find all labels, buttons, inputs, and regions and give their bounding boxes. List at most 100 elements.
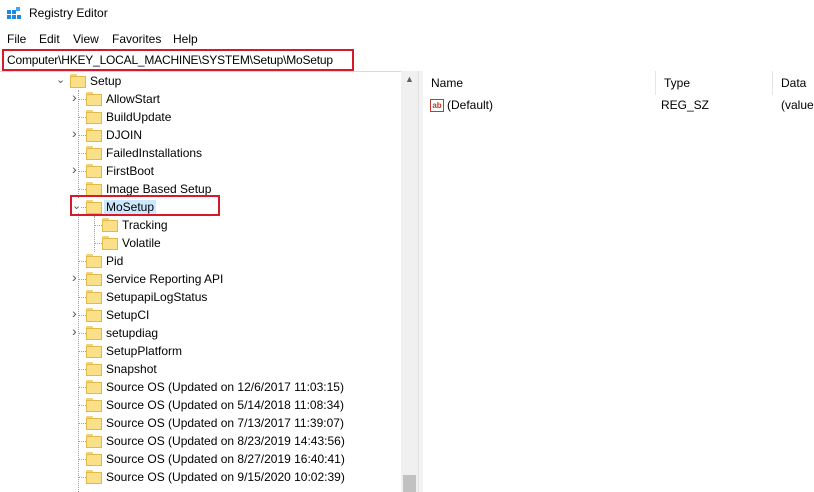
tree-connector xyxy=(78,261,86,262)
tree-item-label: Source OS (Updated on 8/23/2019 14:43:56… xyxy=(106,434,345,448)
tree-item-label: Pid xyxy=(106,254,124,268)
value-data: (value xyxy=(781,98,814,112)
tree-item[interactable]: Tracking xyxy=(0,216,400,234)
tree-connector xyxy=(78,189,86,190)
tree-item-label: Source OS (Updated on 7/13/2017 11:39:07… xyxy=(106,416,344,430)
address-highlight-box xyxy=(2,49,354,71)
tree-item[interactable]: SetupapiLogStatus xyxy=(0,288,400,306)
chevron-right-icon[interactable]: › xyxy=(72,89,77,105)
folder-icon xyxy=(102,236,118,250)
tree-connector xyxy=(78,171,86,172)
tree-item[interactable]: Volatile xyxy=(0,234,400,252)
column-header-data[interactable]: Data xyxy=(773,71,814,95)
list-row[interactable]: ab (Default) REG_SZ (value xyxy=(423,96,814,114)
tree-item[interactable]: Source OS (Updated on 5/14/2018 11:08:34… xyxy=(0,396,400,414)
tree-item[interactable]: › Service Reporting API xyxy=(0,269,400,288)
tree-item-label: SetupCI xyxy=(106,308,150,322)
tree-item-label: BuildUpdate xyxy=(106,110,172,124)
mosetup-highlight-box xyxy=(70,195,220,216)
tree-item[interactable]: Source OS (Updated on 8/27/2019 16:40:41… xyxy=(0,450,400,468)
folder-icon xyxy=(102,218,118,232)
tree-item-label: Source OS (Updated on 5/14/2018 11:08:34… xyxy=(106,398,344,412)
column-header-name[interactable]: Name xyxy=(423,71,656,95)
tree-connector xyxy=(78,459,86,460)
tree-item[interactable]: Snapshot xyxy=(0,360,400,378)
folder-icon xyxy=(86,146,102,160)
tree-item[interactable]: › AllowStart xyxy=(0,89,400,108)
tree-connector xyxy=(78,423,86,424)
tree-item[interactable]: SetupPlatform xyxy=(0,342,400,360)
folder-icon xyxy=(86,128,102,142)
tree-item[interactable]: › setupdiag xyxy=(0,323,400,342)
scroll-thumb[interactable] xyxy=(403,475,416,492)
registry-tree[interactable]: ⌄ Setup › AllowStart BuildUpdate › DJOIN Fail… xyxy=(0,71,400,492)
folder-icon xyxy=(86,362,102,376)
tree-item-label: FailedInstallations xyxy=(106,146,203,160)
tree-item-label: Tracking xyxy=(122,218,168,232)
menu-bar: File Edit View Favorites Help xyxy=(0,30,814,48)
tree-item-label: Service Reporting API xyxy=(106,272,224,286)
tree-connector xyxy=(78,153,86,154)
chevron-right-icon[interactable]: › xyxy=(72,161,77,177)
scroll-up-arrow-icon[interactable]: ▲ xyxy=(401,71,418,88)
tree-item[interactable]: FailedInstallations xyxy=(0,144,400,162)
folder-icon xyxy=(86,380,102,394)
tree-item[interactable]: Source OS (Updated on 8/23/2019 14:43:56… xyxy=(0,432,400,450)
registry-editor-icon xyxy=(7,7,21,19)
folder-icon xyxy=(70,74,86,88)
values-list[interactable]: Name Type Data ab (Default) REG_SZ (valu… xyxy=(423,71,814,492)
tree-item[interactable]: › DJOIN xyxy=(0,125,400,144)
menu-help[interactable]: Help xyxy=(173,32,198,46)
tree-connector xyxy=(78,477,86,478)
chevron-right-icon[interactable]: › xyxy=(72,323,77,339)
tree-connector xyxy=(78,315,86,316)
folder-icon xyxy=(86,272,102,286)
tree-item-label: Setup xyxy=(90,74,122,88)
folder-icon xyxy=(86,398,102,412)
tree-item-label: SetupPlatform xyxy=(106,344,183,358)
column-header-type[interactable]: Type xyxy=(656,71,773,95)
menu-favorites[interactable]: Favorites xyxy=(112,32,161,46)
tree-item-label: Image Based Setup xyxy=(106,182,212,196)
chevron-down-icon[interactable]: ⌄ xyxy=(56,73,65,86)
value-type: REG_SZ xyxy=(661,98,710,112)
tree-item-setup[interactable]: ⌄ Setup xyxy=(0,72,400,90)
tree-connector xyxy=(78,441,86,442)
menu-file[interactable]: File xyxy=(7,32,26,46)
tree-item-label: Volatile xyxy=(122,236,161,250)
folder-icon xyxy=(86,182,102,196)
tree-item-label: Source OS (Updated on 12/6/2017 11:03:15… xyxy=(106,380,344,394)
chevron-right-icon[interactable]: › xyxy=(72,269,77,285)
tree-item[interactable]: Source OS (Updated on 12/6/2017 11:03:15… xyxy=(0,378,400,396)
tree-item[interactable]: Pid xyxy=(0,252,400,270)
folder-icon xyxy=(86,326,102,340)
folder-icon xyxy=(86,110,102,124)
tree-item-label: Snapshot xyxy=(106,362,157,376)
chevron-right-icon[interactable]: › xyxy=(72,305,77,321)
tree-item[interactable]: › FirstBoot xyxy=(0,161,400,180)
tree-connector xyxy=(78,405,86,406)
folder-icon xyxy=(86,308,102,322)
tree-item[interactable]: Source OS (Updated on 7/13/2017 11:39:07… xyxy=(0,414,400,432)
tree-connector xyxy=(94,225,102,226)
tree-item-label: Source OS (Updated on 8/27/2019 16:40:41… xyxy=(106,452,345,466)
folder-icon xyxy=(86,254,102,268)
tree-connector xyxy=(78,351,86,352)
tree-item-label: Source OS (Updated on 9/15/2020 10:02:39… xyxy=(106,470,345,484)
folder-icon xyxy=(86,164,102,178)
folder-icon xyxy=(86,434,102,448)
tree-connector xyxy=(78,297,86,298)
tree-connector xyxy=(78,99,86,100)
tree-item[interactable]: › SetupCI xyxy=(0,305,400,324)
tree-connector xyxy=(78,279,86,280)
tree-item[interactable]: Source OS (Updated on 9/15/2020 10:02:39… xyxy=(0,468,400,486)
folder-icon xyxy=(86,290,102,304)
tree-connector xyxy=(78,117,86,118)
menu-view[interactable]: View xyxy=(73,32,99,46)
tree-item[interactable]: BuildUpdate xyxy=(0,108,400,126)
tree-item-label: FirstBoot xyxy=(106,164,155,178)
tree-scrollbar[interactable]: ▲ xyxy=(401,71,418,492)
chevron-right-icon[interactable]: › xyxy=(72,125,77,141)
tree-item-label: DJOIN xyxy=(106,128,142,142)
menu-edit[interactable]: Edit xyxy=(39,32,60,46)
